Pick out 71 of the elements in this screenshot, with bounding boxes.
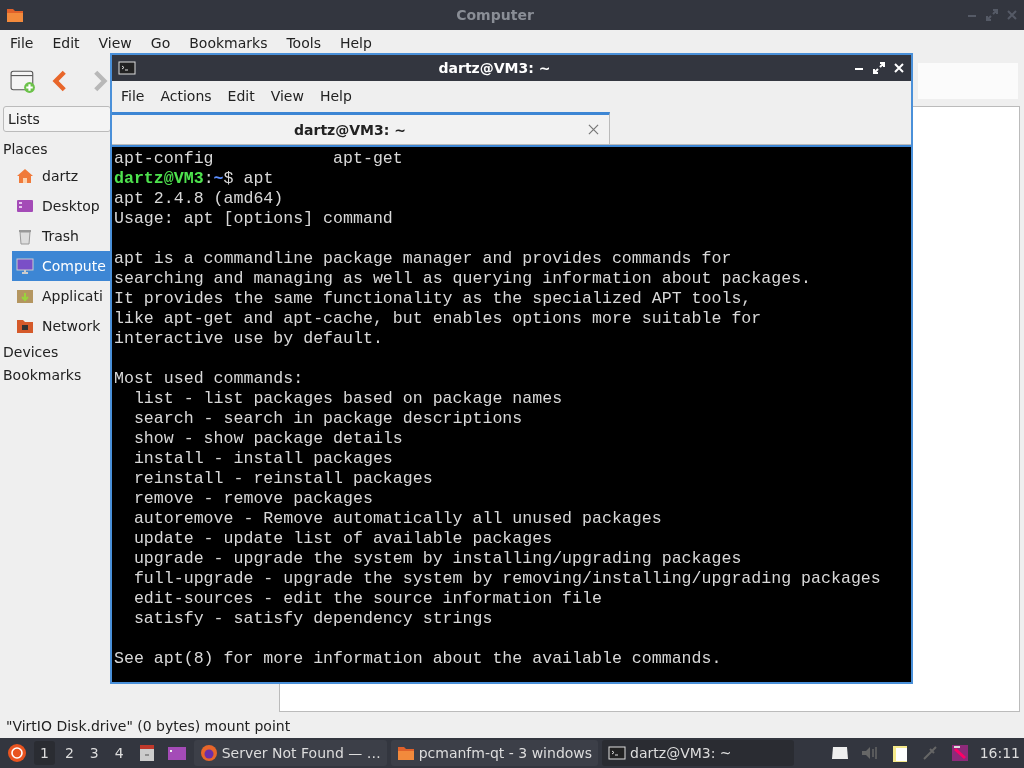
section-heading[interactable]: Bookmarks [3, 364, 111, 387]
output-line: apt is a commandline package manager and provides commands for [114, 249, 732, 268]
sidebar-item[interactable]: Compute [12, 251, 111, 281]
menu-item[interactable]: Help [332, 33, 379, 53]
terminal-tab[interactable]: dartz@VM3: ~ [112, 112, 610, 144]
menu-item[interactable]: Help [312, 86, 359, 106]
menu-item[interactable]: Actions [153, 86, 219, 106]
section-heading[interactable]: Devices [3, 341, 111, 364]
prompt-line: dartz@VM3:~$ apt [114, 169, 274, 188]
folder-icon [6, 6, 24, 24]
output-line: like apt-get and apt-cache, but enables options more suitable for [114, 309, 762, 328]
output-line: install - install packages [132, 449, 393, 468]
output-line: remove - remove packages [132, 489, 373, 508]
output-line: full-upgrade - upgrade the system by removing/installing/upgrading packages [132, 569, 881, 588]
clock[interactable]: 16:11 [979, 745, 1020, 761]
output-line: See apt(8) for more information about the available commands. [114, 649, 722, 668]
output-line: edit-sources - edit the source information file [132, 589, 602, 608]
folder-icon [396, 744, 415, 762]
new-tab-icon[interactable] [10, 68, 36, 94]
status-text: "VirtIO Disk.drive" (0 bytes) mount point [5, 717, 292, 736]
menu-item[interactable]: Edit [220, 86, 262, 106]
terminal-icon [118, 59, 136, 77]
sidebar-item[interactable]: Network [3, 311, 111, 341]
home-icon [16, 167, 34, 185]
taskbar-button[interactable]: Server Not Found — … [193, 740, 387, 766]
sidebar-item[interactable]: dartz [3, 161, 111, 191]
window-title: dartz@VM3: ~ [437, 60, 552, 76]
menu-item[interactable]: Tools [279, 33, 328, 53]
app-settings-icon[interactable] [949, 743, 970, 763]
sidebar-item[interactable]: Applicati [3, 281, 111, 311]
output-line: search - search in package descriptions [132, 409, 523, 428]
menu-item[interactable]: File [3, 33, 41, 53]
output-line: satisfy - satisfy dependency strings [132, 609, 493, 628]
menu-item[interactable]: View [263, 86, 311, 106]
output-line: upgrade - upgrade the system by installing/upgrading packages [132, 549, 742, 568]
start-menu-icon[interactable] [7, 743, 27, 763]
output-line: apt-config apt-get [114, 149, 403, 168]
taskbar-button[interactable]: pcmanfm-qt - 3 windows [390, 740, 599, 766]
menu-item[interactable]: Go [143, 33, 178, 53]
output-line: autoremove - Remove automatically all unused packages [132, 509, 662, 528]
desktop-switcher[interactable]: 2 [58, 741, 80, 765]
output-line: show - show package details [132, 429, 403, 448]
output-line: Usage: apt [options] command [114, 209, 393, 228]
menu-item[interactable]: File [114, 86, 152, 106]
menu-item[interactable]: View [91, 33, 139, 53]
desktop-switcher[interactable]: 4 [108, 741, 130, 765]
browser-icon [199, 744, 218, 762]
menu-item[interactable]: Bookmarks [182, 33, 275, 53]
output-line: Most used commands: [114, 369, 304, 388]
desktop-switcher[interactable]: 1 [34, 741, 55, 765]
package-icon [16, 287, 34, 305]
window-title: Computer [455, 7, 535, 23]
monitor-icon [16, 257, 34, 275]
sidebar-item[interactable]: Trash [3, 221, 111, 251]
output-line: reinstall - reinstall packages [132, 469, 433, 488]
sidebar-item[interactable]: Desktop [3, 191, 111, 221]
taskbar-button[interactable]: dartz@VM3: ~ [602, 740, 795, 766]
output-line: searching and managing as well as querying information about packages. [114, 269, 812, 288]
side-pane-dropdown[interactable]: Lists [3, 106, 111, 132]
trash-icon [16, 227, 34, 245]
output-line: interactive use by default. [114, 329, 383, 348]
menu-item[interactable]: Edit [45, 33, 87, 53]
desktop-icon [16, 197, 34, 215]
network-folder-icon [16, 317, 34, 335]
section-heading[interactable]: Places [3, 138, 111, 161]
output-line: It provides the same functionality as the specialized APT tools, [114, 289, 752, 308]
output-line: list - list packages based on package names [132, 389, 563, 408]
output-line: update - update list of available packages [132, 529, 553, 548]
terminal-icon [608, 744, 627, 762]
desktop-switcher[interactable]: 3 [83, 741, 105, 765]
output-line: apt 2.4.8 (amd64) [114, 189, 284, 208]
